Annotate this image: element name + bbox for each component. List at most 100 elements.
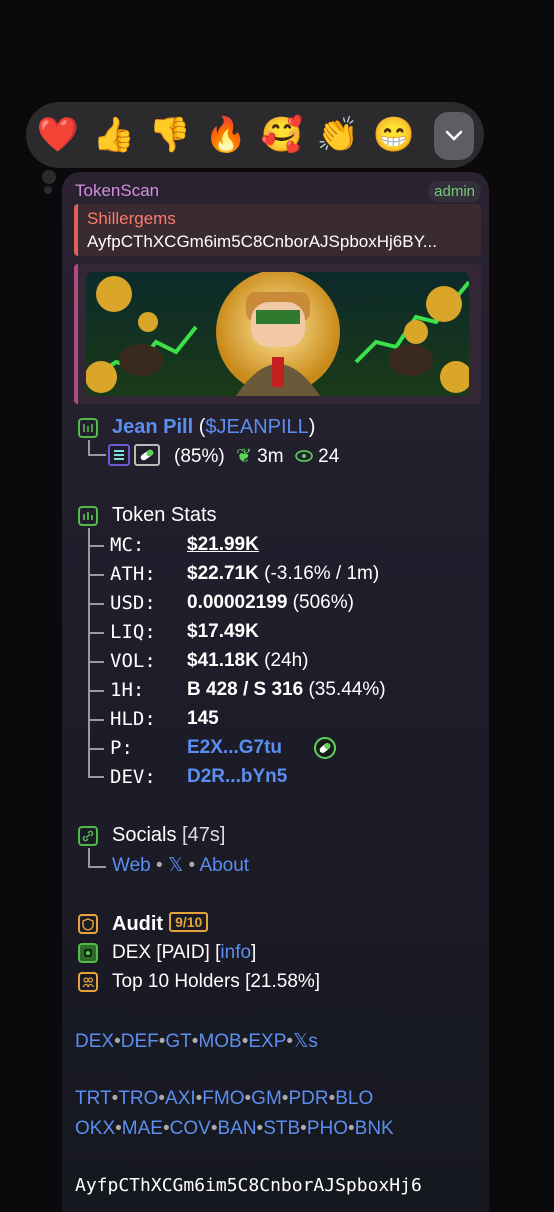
link-fmo[interactable]: FMO: [202, 1088, 244, 1109]
pill-icon[interactable]: [314, 737, 336, 759]
separator: •: [114, 1031, 121, 1052]
solana-icon: [108, 444, 130, 466]
link-exp[interactable]: EXP: [248, 1031, 286, 1052]
link-axi[interactable]: AXI: [165, 1088, 196, 1109]
link-okx[interactable]: OKX: [75, 1118, 115, 1139]
link-cov[interactable]: COV: [170, 1118, 211, 1139]
reply-sender: Shillergems: [87, 209, 176, 228]
link-tro[interactable]: TRO: [118, 1088, 158, 1109]
token-views: 24: [318, 446, 340, 467]
tree-line: [88, 454, 106, 456]
dex-paid-text: DEX [PAID] [: [112, 942, 221, 963]
link-blo[interactable]: BLO: [335, 1088, 373, 1109]
buy-ratio: (35.44%): [303, 679, 386, 700]
more-reactions-button[interactable]: [434, 112, 474, 160]
separator: •: [115, 1118, 122, 1139]
eye-icon: [295, 446, 318, 467]
stat-label-p: P:: [110, 737, 133, 759]
chevron-down-icon: [445, 130, 463, 141]
stat-label-usd: USD:: [110, 592, 156, 614]
socials-title: Socials: [112, 824, 177, 846]
dex-paid-icon: [78, 943, 98, 963]
link-gt[interactable]: GT: [165, 1031, 191, 1052]
stat-label-mc: MC:: [110, 534, 145, 556]
stat-value-1h: B 428 / S 316 (35.44%): [187, 679, 386, 701]
socials-age: [47s]: [182, 824, 226, 846]
tree-line: [88, 719, 104, 721]
holders-icon: [78, 972, 98, 992]
separator: •: [348, 1118, 355, 1139]
socials-links: Web • 𝕏 • About: [112, 854, 249, 877]
link-def[interactable]: DEF: [121, 1031, 159, 1052]
stat-value-vol: $41.18K (24h): [187, 650, 308, 672]
thumbs-up-icon[interactable]: 👍: [92, 113, 136, 157]
token-name-link[interactable]: Jean Pill: [112, 416, 193, 438]
message-bubble[interactable]: TokenScan admin Shillergems AyfpCThXCGm6…: [62, 172, 489, 1212]
stat-label-hld: HLD:: [110, 708, 156, 730]
link-bnk[interactable]: BNK: [355, 1118, 394, 1139]
link-ban[interactable]: BAN: [217, 1118, 256, 1139]
link-trt[interactable]: TRT: [75, 1088, 112, 1109]
usd-change: (506%): [287, 592, 354, 613]
clapping-hands-icon[interactable]: 👏: [316, 113, 360, 157]
link-stb[interactable]: STB: [263, 1118, 300, 1139]
top-holders: Top 10 Holders [21.58%]: [112, 971, 321, 992]
token-ticker-link[interactable]: $JEANPILL: [205, 416, 308, 438]
links-row-2: TRT•TRO•AXI•FMO•GM•PDR•BLO: [75, 1088, 373, 1110]
ath-change: (-3.16% / 1m): [258, 563, 380, 584]
link-pdr[interactable]: PDR: [288, 1088, 328, 1109]
token-banner-image: [86, 272, 469, 396]
x-link[interactable]: 𝕏: [168, 855, 183, 876]
token-title: Jean Pill ($JEANPILL): [112, 416, 315, 439]
tree-line: [88, 440, 90, 454]
link-mob[interactable]: MOB: [198, 1031, 241, 1052]
shield-icon: [78, 914, 98, 934]
info-link[interactable]: info: [220, 942, 251, 963]
dex-paid-row: DEX [PAID] [info]: [112, 942, 256, 964]
link-x-search[interactable]: 𝕏s: [293, 1031, 318, 1052]
audit-title: Audit: [112, 913, 164, 935]
tree-line: [88, 574, 104, 576]
separator: •: [162, 1118, 170, 1139]
links-row-1: DEX•DEF•GT•MOB•EXP•𝕏s: [75, 1030, 318, 1053]
link-mae[interactable]: MAE: [122, 1118, 163, 1139]
stat-label-liq: LIQ:: [110, 621, 156, 643]
sender-name[interactable]: TokenScan: [75, 181, 159, 201]
dev-address-link[interactable]: D2R...bYn5: [187, 766, 287, 788]
reaction-bar: ❤️ 👍 👎 🔥 🥰 👏 😁: [26, 102, 484, 168]
reply-quote[interactable]: Shillergems AyfpCThXCGm6im5C8CnborAJSpbo…: [74, 204, 481, 256]
smiling-face-hearts-icon[interactable]: 🥰: [260, 113, 304, 157]
bubble-tail-dot: [42, 170, 56, 184]
bubble-tail-dot: [44, 186, 52, 194]
link-pho[interactable]: PHO: [307, 1118, 348, 1139]
tree-line: [88, 661, 104, 663]
link-gm[interactable]: GM: [251, 1088, 282, 1109]
reply-text: AyfpCThXCGm6im5C8CnborAJSpboxHj6BY...: [87, 232, 437, 251]
about-link[interactable]: About: [199, 855, 249, 876]
stat-label-dev: DEV:: [110, 766, 156, 788]
audit-heading: Audit 9/10: [112, 912, 209, 936]
stats-icon: [78, 506, 98, 526]
tree-line: [88, 545, 104, 547]
separator: •: [156, 855, 163, 876]
link-dex[interactable]: DEX: [75, 1031, 114, 1052]
web-link[interactable]: Web: [112, 855, 151, 876]
grinning-face-icon[interactable]: 😁: [372, 113, 416, 157]
tree-line: [88, 776, 104, 778]
ath-value: $22.71K: [187, 563, 259, 584]
pair-address-link[interactable]: E2X...G7tu: [187, 737, 282, 759]
links-row-3: OKX•MAE•COV•BAN•STB•PHO•BNK: [75, 1118, 394, 1140]
tree-line: [88, 632, 104, 634]
red-heart-icon[interactable]: ❤️: [36, 113, 80, 157]
fire-icon[interactable]: 🔥: [204, 113, 248, 157]
token-image[interactable]: [74, 264, 481, 404]
pill-icon: [134, 444, 160, 466]
token-percent: (85%): [174, 446, 225, 467]
stat-value-mc[interactable]: $21.99K: [187, 534, 259, 556]
link-icon: [78, 826, 98, 846]
token-ticker-close: ): [308, 416, 316, 438]
admin-badge: admin: [428, 181, 481, 202]
contract-address[interactable]: AyfpCThXCGm6im5C8CnborAJSpboxHj6: [75, 1175, 422, 1196]
thumbs-down-icon[interactable]: 👎: [148, 113, 192, 157]
usd-value: 0.00002199: [187, 592, 288, 613]
